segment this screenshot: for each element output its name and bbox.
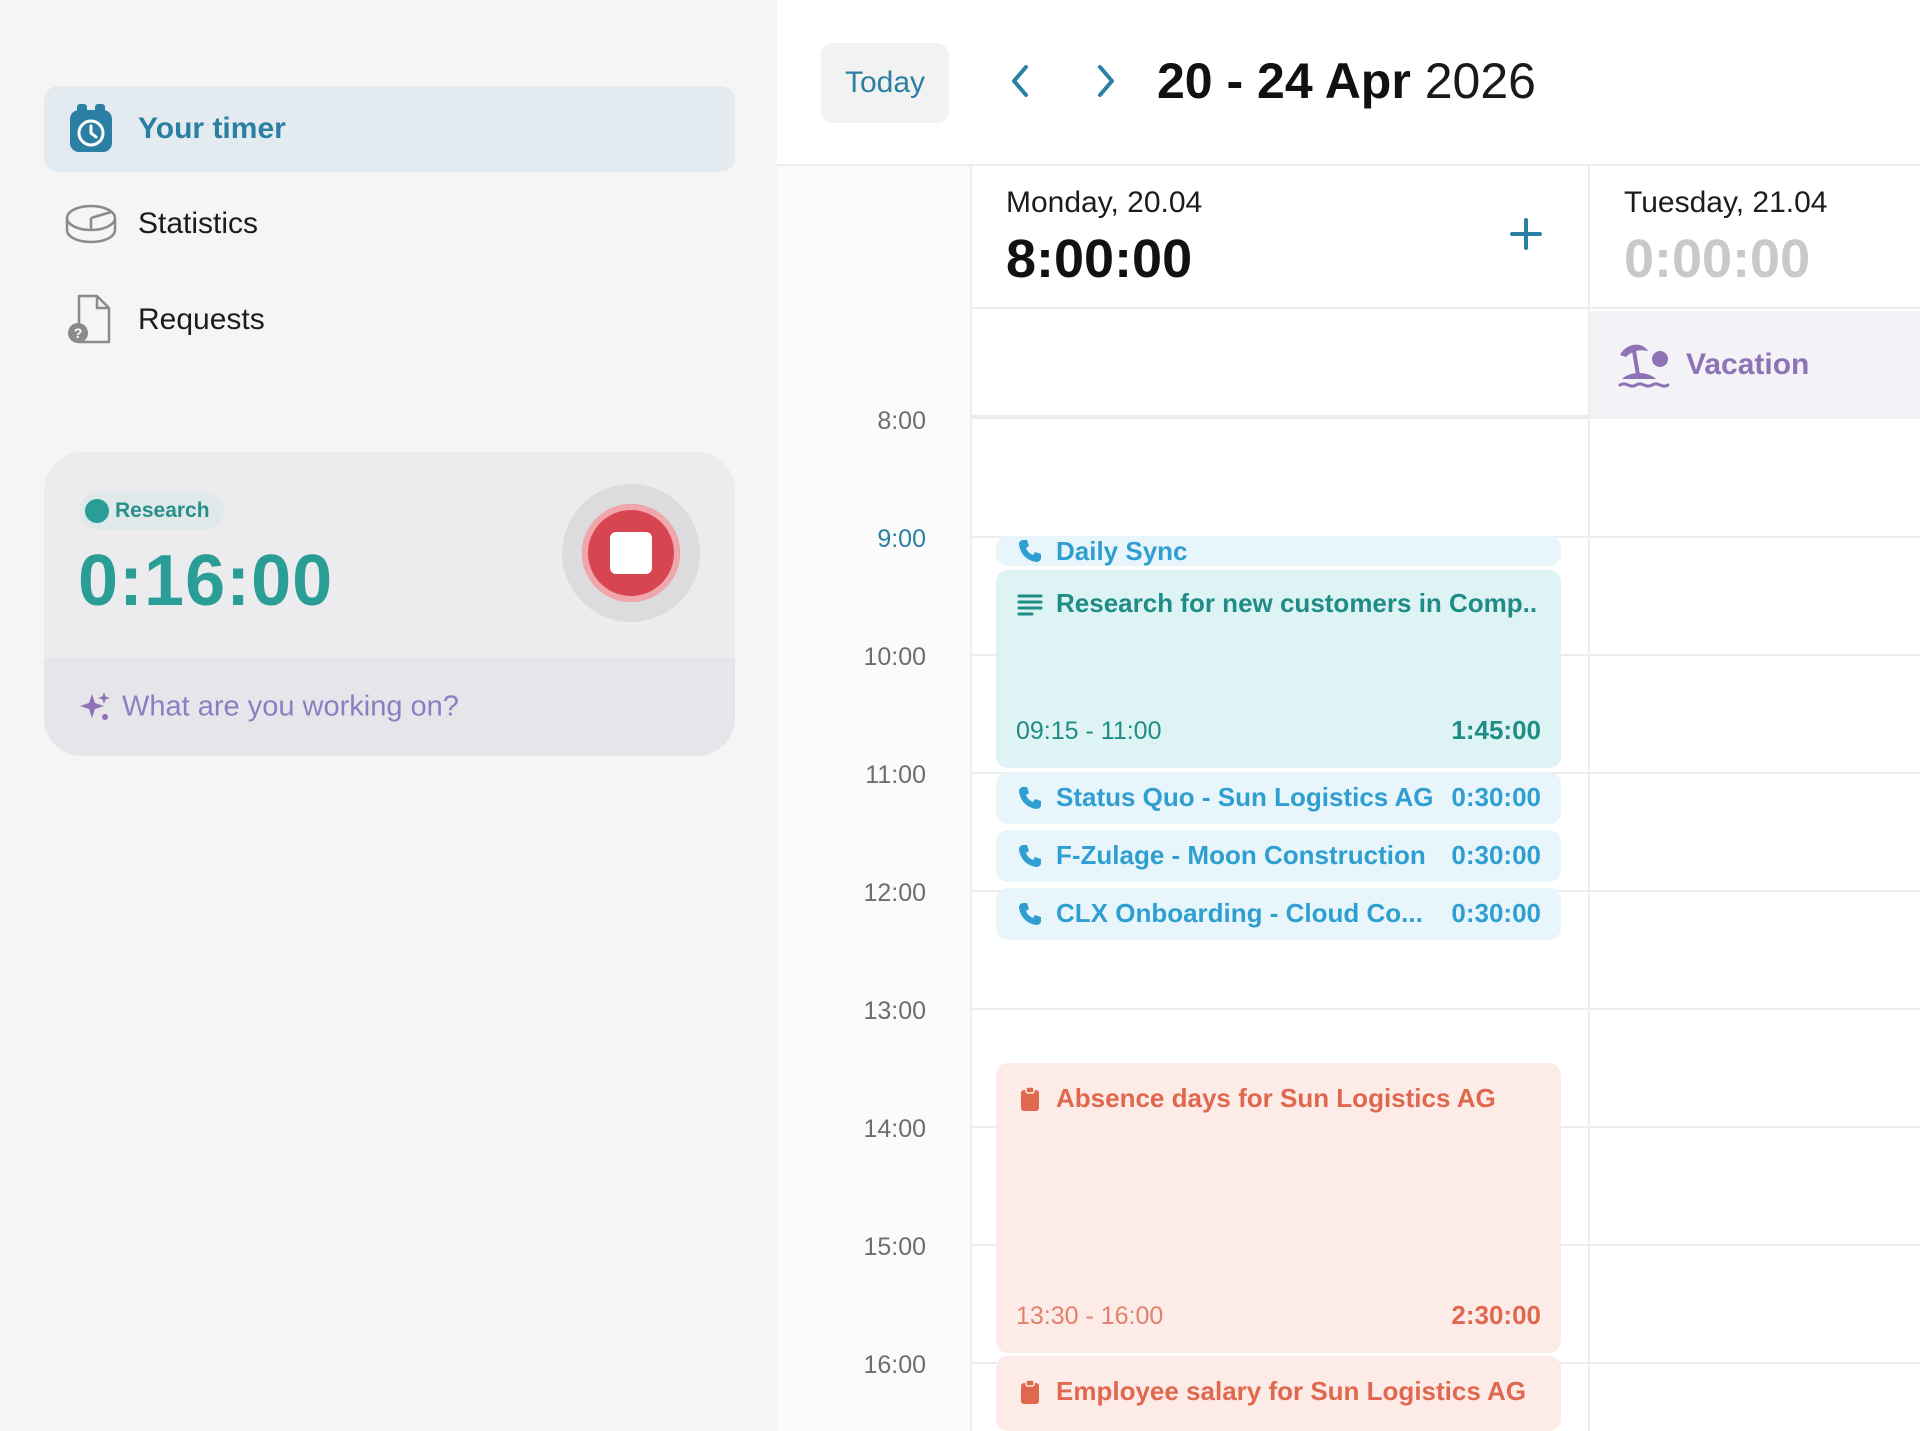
clipboard-icon: [1016, 1085, 1044, 1113]
sidebar-item-label: Your timer: [138, 112, 286, 145]
event-title: F-Zulage - Moon Construction: [1056, 840, 1426, 870]
calendar-event[interactable]: Daily Sync: [996, 536, 1561, 566]
chevron-left-icon: [1008, 63, 1032, 104]
event-duration: 2:30:00: [1451, 1300, 1541, 1330]
sidebar-item-label: Requests: [138, 303, 265, 336]
sidebar: Your timer Statistics ? Requests Researc…: [0, 0, 777, 1431]
all-day-row: [972, 311, 1588, 419]
hour-label: 13:00: [863, 997, 926, 1025]
alarm-clock-icon: [64, 102, 118, 156]
app-window: Your timer Statistics ? Requests Researc…: [0, 0, 1920, 1431]
plus-icon: [1506, 218, 1546, 258]
calendar-event[interactable]: CLX Onboarding - Cloud Co... 0:30:00: [996, 888, 1561, 940]
sidebar-item-requests[interactable]: ? Requests: [44, 277, 735, 363]
project-chip[interactable]: Research: [79, 492, 224, 530]
event-title: Employee salary for Sun Logistics AG: [1056, 1376, 1527, 1406]
day-column-monday[interactable]: Monday, 20.04 8:00:00 Daily Sync Researc…: [970, 166, 1588, 1431]
clipboard-icon: [1016, 1378, 1044, 1406]
event-title: Absence days for Sun Logistics AG: [1056, 1083, 1496, 1113]
event-duration: 0:30:00: [1451, 898, 1541, 928]
sparkle-icon: [78, 690, 112, 724]
previous-week-button[interactable]: [997, 60, 1043, 106]
sidebar-item-label: Statistics: [138, 207, 259, 240]
add-entry-button[interactable]: [1506, 214, 1546, 254]
sidebar-item-your-timer[interactable]: Your timer: [44, 86, 735, 172]
hour-gridline: [1590, 890, 1920, 892]
day-header: Tuesday, 21.04 0:00:00: [1590, 166, 1920, 309]
project-color-dot: [85, 499, 109, 523]
next-week-button[interactable]: [1083, 60, 1129, 106]
sidebar-item-statistics[interactable]: Statistics: [44, 181, 735, 267]
hour-label: 14:00: [863, 1115, 926, 1143]
hour-label: 10:00: [863, 643, 926, 671]
project-label: Research: [115, 499, 210, 522]
svg-text:?: ?: [74, 325, 83, 341]
hour-gridline: [1590, 536, 1920, 538]
event-duration: 1:45:00: [1451, 715, 1541, 745]
text-lines-icon: [1016, 590, 1044, 618]
chevron-right-icon: [1094, 63, 1118, 104]
all-day-row: Vacation: [1590, 311, 1920, 419]
stop-timer-button[interactable]: [562, 484, 700, 622]
document-question-icon: ?: [64, 293, 118, 347]
event-time-range: 09:15 - 11:00: [1016, 717, 1162, 745]
hour-gridline: [1590, 654, 1920, 656]
calendar-toolbar: Today 20 - 24 Apr 2026: [777, 0, 1920, 166]
vacation-label: Vacation: [1686, 348, 1810, 381]
hour-gridline: [972, 1008, 1588, 1010]
hour-gridline: [1590, 1244, 1920, 1246]
pie-chart-icon: [64, 197, 118, 251]
hour-gridline: [1590, 1126, 1920, 1128]
timer-description-input[interactable]: What are you working on?: [44, 658, 735, 756]
timer-header: Research 0:16:00: [44, 452, 735, 658]
phone-icon: [1016, 842, 1044, 870]
running-timer-card: Research 0:16:00 What are you working on…: [44, 452, 735, 756]
time-gutter: 8:00 9:00 10:00 11:00 12:00 13:00 14:00 …: [777, 166, 970, 1431]
today-button[interactable]: Today: [821, 43, 949, 123]
hour-label: 12:00: [863, 879, 926, 907]
description-placeholder: What are you working on?: [122, 690, 459, 723]
phone-icon: [1016, 537, 1044, 565]
event-title: Status Quo - Sun Logistics AG: [1056, 782, 1434, 812]
date-range-year: 2026: [1424, 53, 1536, 109]
event-title: Research for new customers in Comp...: [1056, 588, 1536, 618]
stop-button-ring: [582, 504, 680, 602]
day-name: Monday, 20.04: [1006, 186, 1203, 219]
hour-label: 15:00: [863, 1233, 926, 1261]
date-range: 20 - 24 Apr: [1157, 53, 1411, 109]
timer-elapsed: 0:16:00: [78, 541, 334, 621]
phone-icon: [1016, 784, 1044, 812]
calendar-event[interactable]: Status Quo - Sun Logistics AG 0:30:00: [996, 772, 1561, 824]
date-range-title: 20 - 24 Apr 2026: [1157, 52, 1536, 110]
hour-label: 11:00: [865, 761, 926, 789]
event-duration: 0:30:00: [1451, 840, 1541, 870]
calendar-event[interactable]: Absence days for Sun Logistics AG 13:30 …: [996, 1063, 1561, 1353]
event-title: Daily Sync: [1056, 536, 1188, 566]
hour-label-current: 9:00: [877, 525, 926, 553]
hour-gridline: [1590, 1362, 1920, 1364]
day-total: 0:00:00: [1624, 229, 1811, 289]
event-time-range: 13:30 - 16:00: [1016, 1302, 1164, 1330]
day-header: Monday, 20.04 8:00:00: [972, 166, 1588, 309]
stop-icon: [610, 532, 652, 574]
event-title: CLX Onboarding - Cloud Co...: [1056, 898, 1423, 928]
calendar-event[interactable]: Research for new customers in Comp... 09…: [996, 570, 1561, 768]
hour-gridline: [1590, 1008, 1920, 1010]
day-column-tuesday[interactable]: Tuesday, 21.04 0:00:00 Vacation: [1588, 166, 1920, 1431]
calendar-event[interactable]: F-Zulage - Moon Construction 0:30:00: [996, 830, 1561, 882]
day-total: 8:00:00: [1006, 229, 1193, 289]
day-name: Tuesday, 21.04: [1624, 186, 1828, 219]
hour-label: 16:00: [863, 1351, 926, 1379]
event-duration: 0:30:00: [1451, 782, 1541, 812]
hour-gridline: [1590, 772, 1920, 774]
calendar-main: Today 20 - 24 Apr 2026 8:00 9:00 10:00 1…: [777, 0, 1920, 1431]
hour-label: 8:00: [877, 407, 926, 435]
vacation-all-day-event[interactable]: Vacation: [1590, 311, 1920, 419]
phone-icon: [1016, 900, 1044, 928]
calendar-event[interactable]: Employee salary for Sun Logistics AG: [996, 1356, 1561, 1431]
island-palm-icon: [1616, 339, 1672, 393]
